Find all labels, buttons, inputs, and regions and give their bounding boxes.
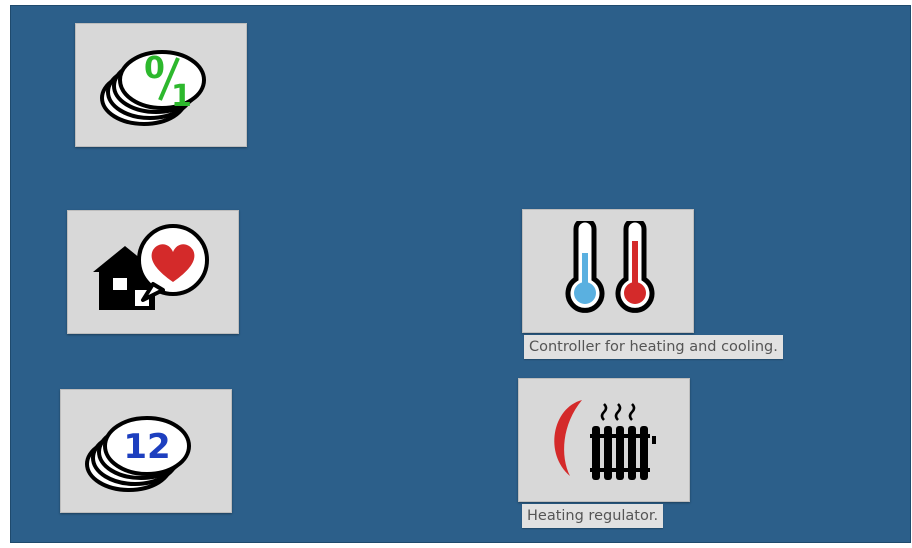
heating-cooling-tile[interactable] [522,209,694,333]
coin-stack-binary-icon: 0 1 [100,50,206,126]
svg-text:0: 0 [144,51,165,86]
radiator-icon [554,400,656,480]
counter-12-tile[interactable]: 12 [60,389,232,513]
svg-text:12: 12 [123,427,170,467]
house-heart-icon [93,224,209,310]
svg-text:1: 1 [171,79,192,114]
binary-counter-tile[interactable]: 0 1 [75,23,247,147]
heating-cooling-caption: Controller for heating and cooling. [524,335,783,359]
thermometers-hot-cold-icon [565,221,655,313]
coin-stack-number-icon: 12 [85,416,191,492]
home-favorite-tile[interactable] [67,210,239,334]
heating-regulator-tile[interactable] [518,378,690,502]
heating-regulator-caption: Heating regulator. [522,504,664,528]
desktop-canvas: 0 1 12 Controller for heating and coolin… [10,5,911,543]
